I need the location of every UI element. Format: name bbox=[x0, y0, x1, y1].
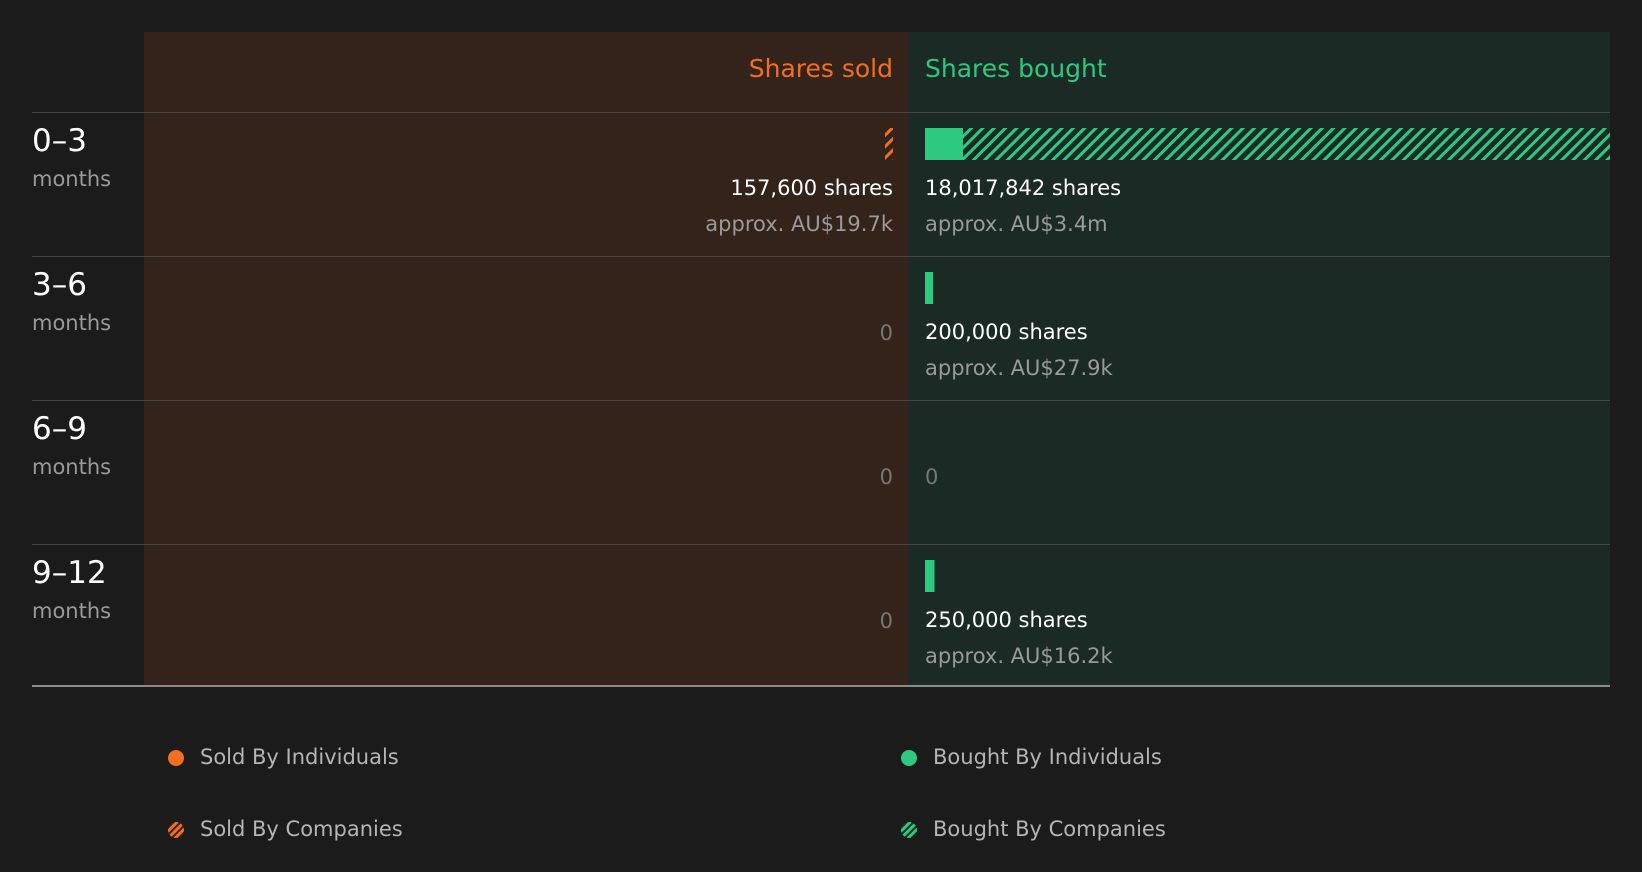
legend-label: Bought By Individuals bbox=[933, 745, 1162, 769]
bar-layer bbox=[885, 128, 1610, 592]
legend-swatch bbox=[168, 822, 184, 838]
legend-sold-companies: Sold By Companies bbox=[168, 817, 403, 841]
legend-sold-individuals: Sold By Individuals bbox=[168, 745, 399, 769]
legend-swatch bbox=[901, 822, 917, 838]
bought-individuals-bar bbox=[925, 272, 933, 304]
legend-label: Bought By Companies bbox=[933, 817, 1166, 841]
legend-bought-companies: Bought By Companies bbox=[901, 817, 1166, 841]
legend-label: Sold By Companies bbox=[200, 817, 403, 841]
bought-individuals-bar bbox=[925, 560, 935, 592]
legend-swatch bbox=[168, 750, 184, 766]
legend-swatch bbox=[901, 750, 917, 766]
sold-companies-bar bbox=[885, 128, 893, 160]
legend-bought-individuals: Bought By Individuals bbox=[901, 745, 1162, 769]
bought-companies-bar bbox=[963, 128, 1610, 160]
bought-individuals-bar bbox=[925, 128, 964, 160]
legend-label: Sold By Individuals bbox=[200, 745, 399, 769]
